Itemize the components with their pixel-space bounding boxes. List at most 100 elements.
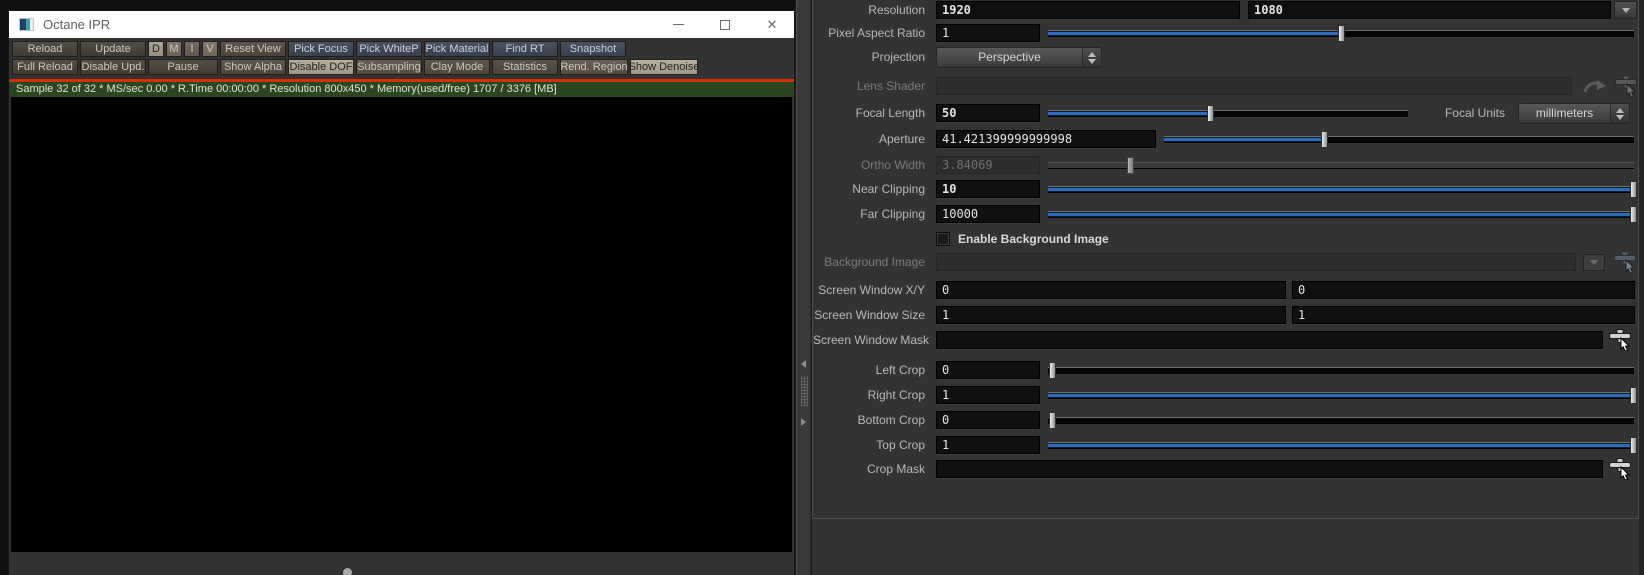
slider-handle[interactable] [1049, 362, 1056, 379]
bottom-crop-row: Bottom Crop 0 [813, 411, 1639, 431]
crop-mask-connector-pick-icon[interactable] [1607, 458, 1633, 485]
slider-handle[interactable] [1320, 131, 1328, 148]
toggle-m-button[interactable]: M [166, 41, 182, 57]
resolution-row: Resolution 1920 1080 [813, 1, 1639, 21]
near-clipping-slider[interactable] [1048, 181, 1637, 198]
pixel-aspect-ratio-row: Pixel Aspect Ratio 1 [813, 24, 1639, 44]
bottom-crop-field[interactable]: 0 [936, 411, 1040, 429]
pick-focus-button[interactable]: Pick Focus [288, 41, 354, 57]
splitter-grip-icon[interactable] [801, 376, 808, 406]
background-image-row: Background Image [813, 251, 1639, 274]
screen-window-mask-connector-pick-icon[interactable] [1607, 329, 1633, 356]
top-crop-field[interactable]: 1 [936, 436, 1040, 454]
slider-handle[interactable] [1630, 437, 1637, 454]
show-alpha-button[interactable]: Show Alpha [220, 59, 286, 75]
panel-splitter[interactable] [795, 0, 812, 575]
connector-pick-icon-disabled[interactable] [1613, 75, 1639, 102]
disable-update-button[interactable]: Disable Upd. [80, 59, 146, 75]
top-crop-slider[interactable] [1048, 437, 1637, 454]
resolution-height-field[interactable]: 1080 [1248, 1, 1611, 19]
minimize-button[interactable] [671, 18, 685, 32]
slider-handle[interactable] [1049, 412, 1056, 429]
aperture-field[interactable]: 41.421399999999998 [936, 130, 1156, 148]
slider-handle[interactable] [1630, 181, 1637, 198]
slider-handle[interactable] [1127, 157, 1135, 174]
crop-mask-field[interactable] [936, 460, 1603, 478]
right-crop-slider[interactable] [1048, 387, 1637, 404]
slider-handle[interactable] [1630, 206, 1637, 223]
titlebar[interactable]: Octane IPR ✕ [9, 11, 794, 38]
near-clipping-field[interactable]: 10 [936, 180, 1040, 198]
close-button[interactable]: ✕ [765, 18, 779, 32]
crop-mask-label: Crop Mask [866, 462, 925, 476]
toggle-d-button[interactable]: D [148, 41, 164, 57]
resolution-width-field[interactable]: 1920 [936, 1, 1240, 19]
far-clipping-slider[interactable] [1048, 206, 1637, 223]
collapse-left-icon[interactable] [801, 360, 806, 368]
screen-window-y-field[interactable]: 0 [1292, 281, 1635, 299]
pick-material-button[interactable]: Pick Material [424, 41, 490, 57]
screen-window-xy-row: Screen Window X/Y 0 0 [813, 281, 1639, 301]
background-image-pick-icon[interactable] [1612, 251, 1638, 278]
screen-window-size-y-field[interactable]: 1 [1292, 306, 1635, 324]
aperture-slider[interactable] [1164, 131, 1634, 148]
spinner-icon[interactable] [1610, 104, 1629, 123]
focal-length-label: Focal Length [855, 106, 925, 120]
render-viewport[interactable] [11, 97, 792, 552]
background-image-dropdown[interactable] [1583, 254, 1605, 271]
projection-label: Projection [871, 50, 925, 64]
spinner-down-icon [1088, 58, 1096, 64]
pixel-aspect-ratio-field[interactable]: 1 [936, 24, 1040, 42]
slider-fill [1048, 187, 1634, 192]
statistics-button[interactable]: Statistics [492, 59, 558, 75]
collapse-right-icon[interactable] [801, 418, 806, 426]
projection-dropdown[interactable]: Perspective [936, 47, 1102, 68]
near-clipping-label: Near Clipping [852, 182, 925, 196]
ortho-width-label: Ortho Width [860, 158, 925, 172]
render-status-bar: Sample 32 of 32 * MS/sec 0.00 * R.Time 0… [9, 82, 794, 97]
pause-button[interactable]: Pause [148, 59, 218, 75]
pick-whitepoint-button[interactable]: Pick WhiteP [356, 41, 422, 57]
ortho-width-field[interactable]: 3.84069 [936, 156, 1040, 174]
focal-length-slider[interactable] [1048, 105, 1408, 122]
find-rt-button[interactable]: Find RT [492, 41, 558, 57]
left-crop-field[interactable]: 0 [936, 361, 1040, 379]
screen-window-x-field[interactable]: 0 [936, 281, 1286, 299]
jump-to-node-icon[interactable] [1582, 78, 1608, 100]
right-crop-field[interactable]: 1 [936, 386, 1040, 404]
reset-view-button[interactable]: Reset View [220, 41, 286, 57]
far-clipping-field[interactable]: 10000 [936, 205, 1040, 223]
toggle-i-button[interactable]: I [184, 41, 200, 57]
slider-handle[interactable] [1338, 25, 1345, 42]
ortho-width-slider[interactable] [1048, 157, 1634, 174]
snapshot-button[interactable]: Snapshot [560, 41, 626, 57]
maximize-button[interactable] [718, 18, 732, 32]
show-denoise-button[interactable]: Show Denoise [629, 59, 699, 75]
slider-fill [1048, 393, 1634, 398]
spinner-up-icon [1088, 51, 1096, 57]
slider-handle[interactable] [1630, 387, 1637, 404]
reload-button[interactable]: Reload [12, 41, 78, 57]
spinner-icon[interactable] [1082, 48, 1101, 67]
screen-window-size-x-field[interactable]: 1 [936, 306, 1286, 324]
update-button[interactable]: Update [80, 41, 146, 57]
background-image-field[interactable] [936, 253, 1576, 271]
crop-mask-row: Crop Mask [813, 458, 1639, 481]
render-region-button[interactable]: Rend. Region [560, 59, 628, 75]
full-reload-button[interactable]: Full Reload [12, 59, 78, 75]
screen-window-mask-field[interactable] [936, 331, 1603, 349]
enable-background-image-checkbox[interactable] [936, 232, 950, 246]
pixel-aspect-ratio-slider[interactable] [1048, 25, 1634, 42]
slider-handle[interactable] [1207, 105, 1214, 122]
focal-units-dropdown[interactable]: millimeters [1518, 103, 1630, 124]
resolution-preset-dropdown[interactable] [1614, 1, 1637, 19]
disable-dof-button[interactable]: Disable DOF [288, 59, 354, 75]
window-title: Octane IPR [43, 17, 111, 32]
subsampling-button[interactable]: Subsampling [356, 59, 422, 75]
lens-shader-field[interactable] [936, 77, 1572, 95]
focal-length-field[interactable]: 50 [936, 104, 1040, 122]
bottom-crop-slider[interactable] [1048, 412, 1634, 429]
clay-mode-button[interactable]: Clay Mode [424, 59, 490, 75]
toggle-v-button[interactable]: V [202, 41, 218, 57]
left-crop-slider[interactable] [1048, 362, 1634, 379]
